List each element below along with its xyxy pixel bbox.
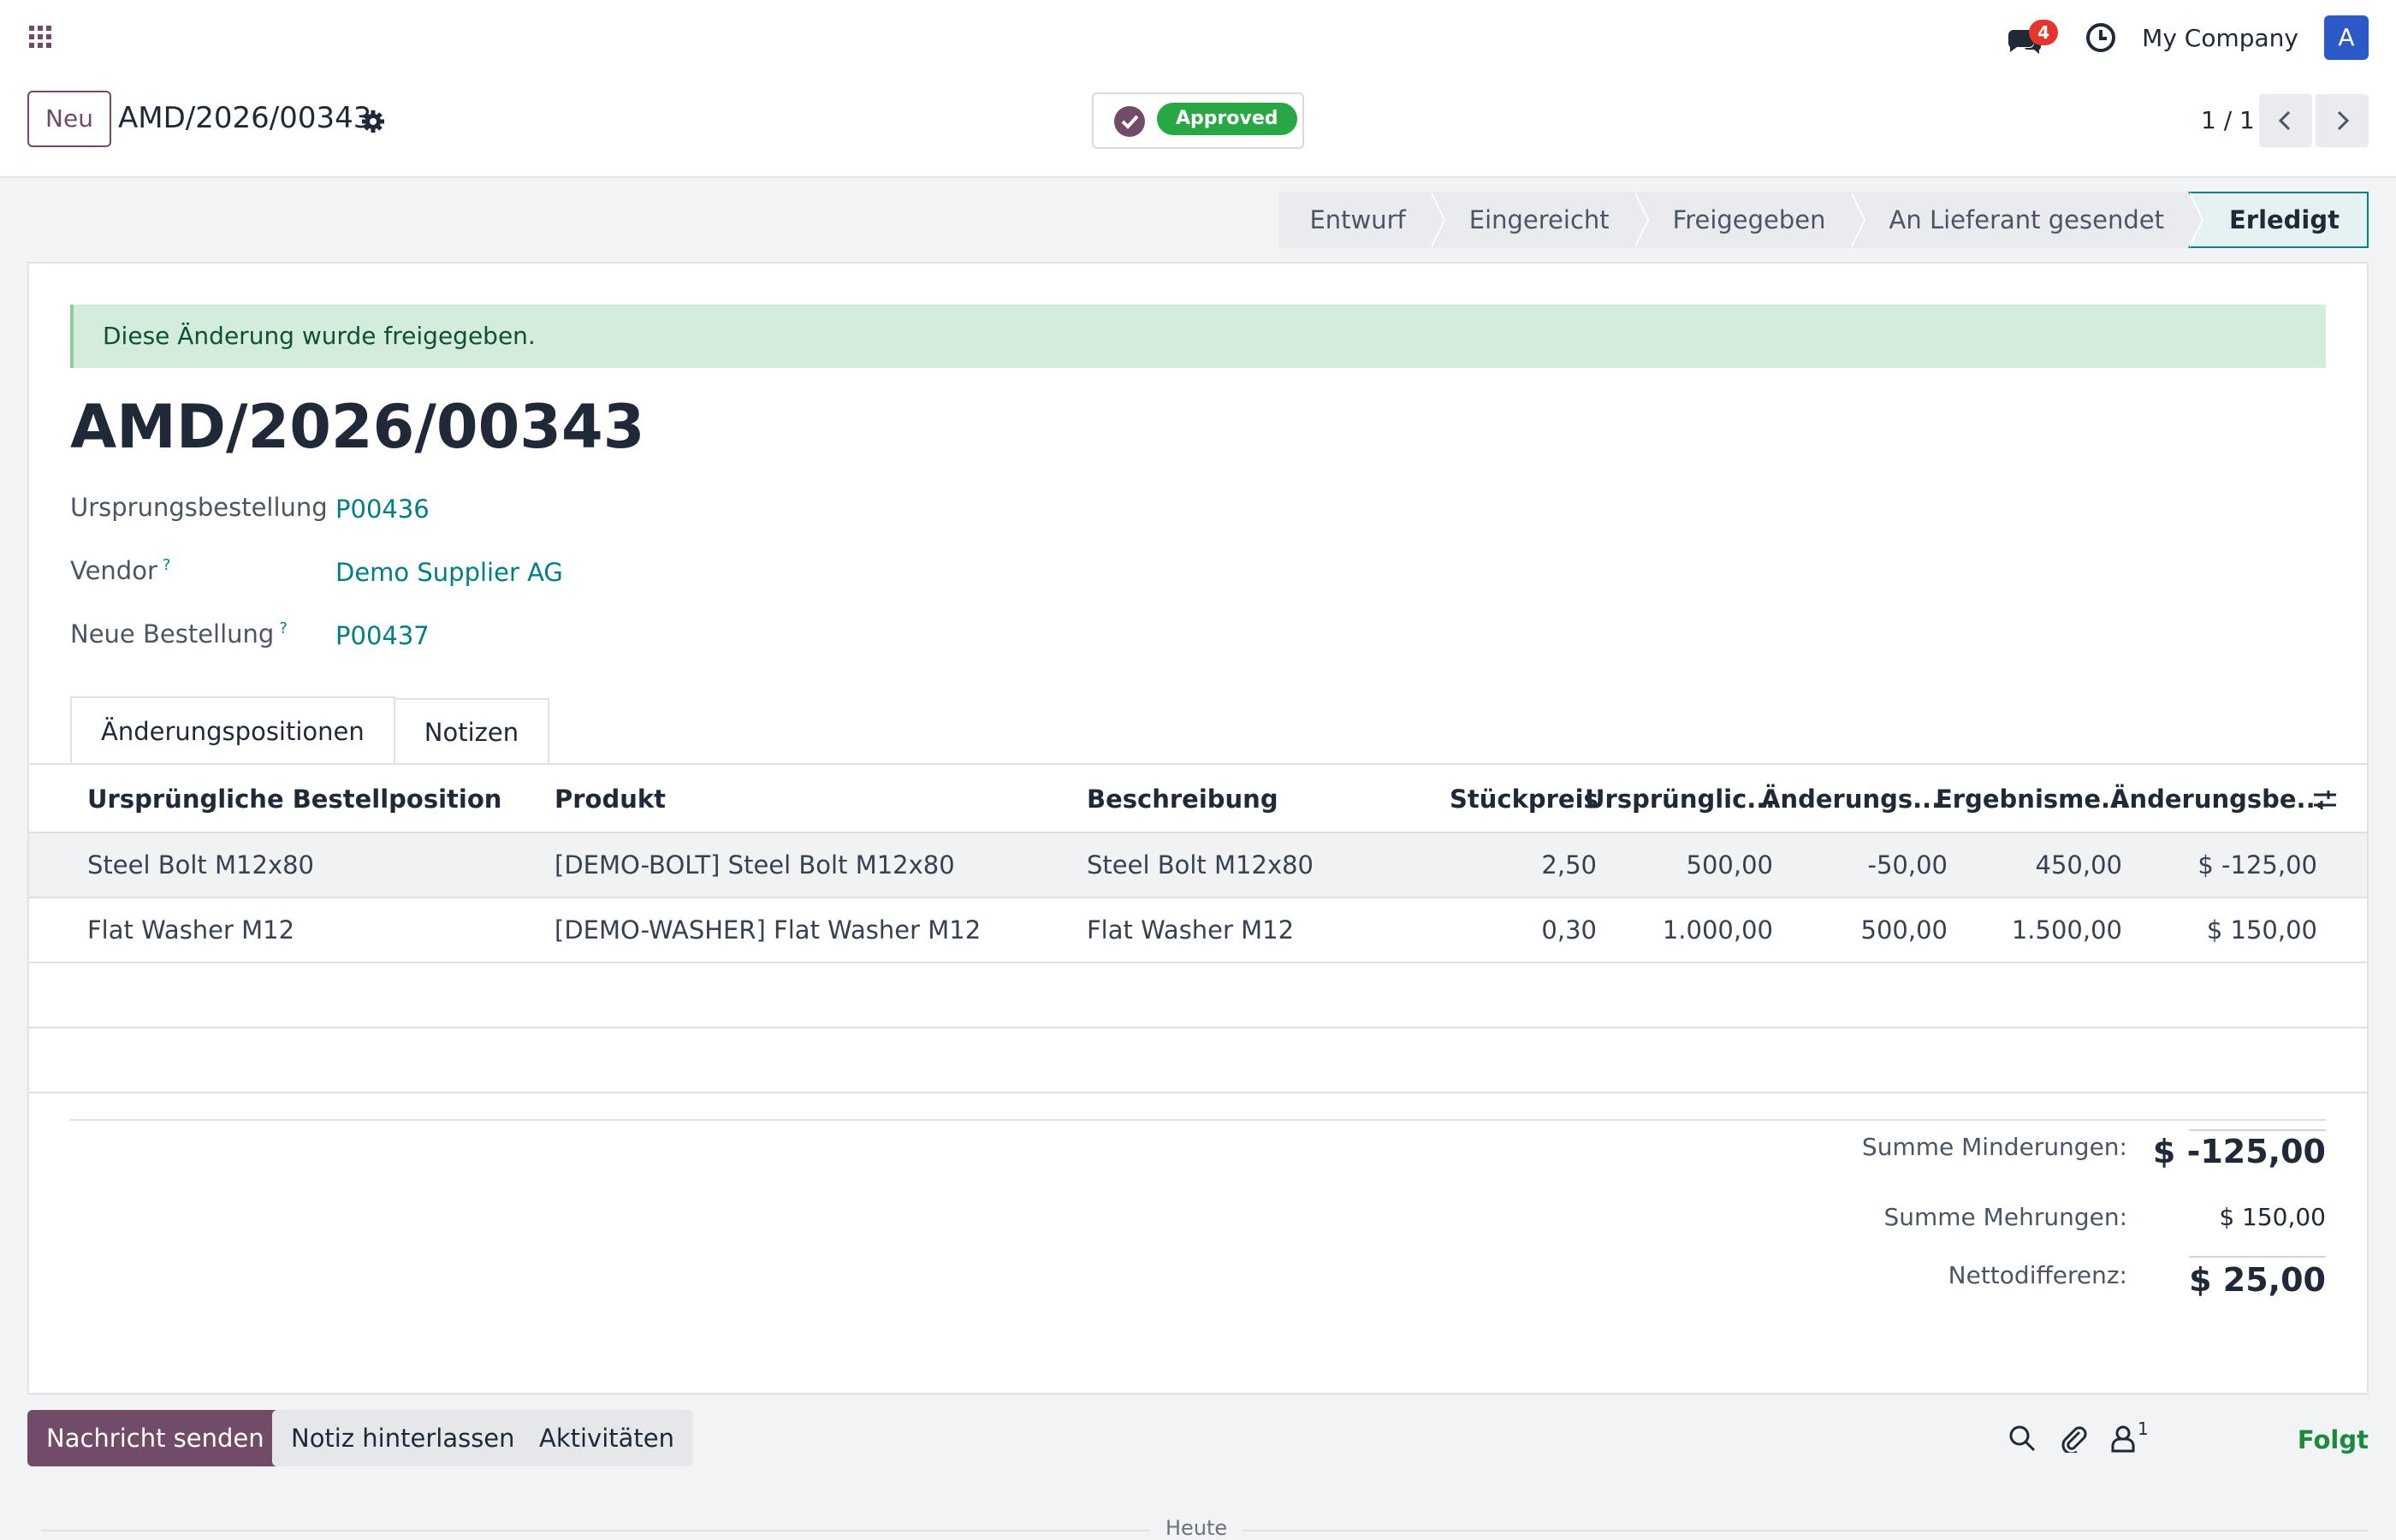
message-count-badge: 4	[2029, 20, 2059, 45]
vendor-label: Vendor?	[70, 556, 170, 585]
status-badge: Approved	[1157, 103, 1297, 135]
cell-change-amount: $ -125,00	[2197, 850, 2317, 880]
totals-line	[2189, 1256, 2326, 1258]
origin-order-label-text: Ursprungsbestellung	[70, 493, 328, 522]
cell-description: Flat Washer M12	[1087, 915, 1295, 945]
total-decrease-value: $ -125,00	[2152, 1133, 2326, 1170]
tab-amendment-lines[interactable]: Änderungspositionen	[70, 696, 395, 765]
empty-table-row	[29, 963, 2367, 1028]
cell-product: [DEMO-WASHER] Flat Washer M12	[555, 915, 982, 945]
new-order-link[interactable]: P00437	[335, 621, 430, 650]
clock-icon[interactable]	[2084, 21, 2118, 55]
cell-change-qty: 500,00	[1860, 915, 1948, 945]
company-switcher[interactable]: My Company	[2142, 24, 2298, 52]
col-header-product[interactable]: Produkt	[555, 765, 666, 833]
total-decrease-label: Summe Minderungen:	[1861, 1133, 2127, 1161]
gear-icon[interactable]	[359, 108, 387, 135]
cell-description: Steel Bolt M12x80	[1087, 850, 1314, 880]
followers-icon[interactable]	[2108, 1424, 2138, 1453]
origin-order-link[interactable]: P00436	[335, 495, 430, 524]
table-header: Ursprüngliche Bestellposition Produkt Be…	[29, 763, 2367, 833]
check-circle-icon	[1114, 106, 1145, 137]
amendment-lines-table: Ursprüngliche Bestellposition Produkt Be…	[29, 763, 2367, 1093]
stage-statusbar: Entwurf Eingereicht Freigegeben An Liefe…	[1278, 192, 2369, 248]
log-note-button[interactable]: Notiz hinterlassen	[272, 1410, 534, 1466]
tab-notes[interactable]: Notizen	[394, 698, 550, 765]
cell-origin-line: Flat Washer M12	[87, 915, 295, 945]
origin-order-label: Ursprungsbestellung	[70, 493, 328, 522]
notebook-tabs: Änderungspositionen Notizen	[70, 696, 550, 765]
vendor-link[interactable]: Demo Supplier AG	[335, 558, 563, 587]
pager-previous-button[interactable]	[2259, 94, 2312, 147]
total-increase-label: Summe Mehrungen:	[1883, 1203, 2127, 1231]
cell-original-qty: 1.000,00	[1662, 915, 1773, 945]
cell-original-qty: 500,00	[1686, 850, 1773, 880]
net-difference-value: $ 25,00	[2189, 1261, 2326, 1299]
empty-table-row	[29, 1028, 2367, 1093]
new-button[interactable]: Neu	[27, 91, 111, 147]
chevron-left-icon	[2278, 110, 2291, 131]
top-navbar: 4 My Company A	[0, 0, 2396, 77]
approval-alert: Diese Änderung wurde freigegeben.	[70, 305, 2326, 368]
stage-submitted[interactable]: Eingereicht	[1429, 192, 1649, 248]
breadcrumb-record-name: AMD/2026/00343	[118, 101, 372, 135]
col-header-unit-price[interactable]: Stückpreis	[1450, 765, 1598, 833]
col-header-change-qty[interactable]: Änderungs...	[1761, 765, 1941, 833]
date-separator-label: Heute	[1150, 1516, 1243, 1540]
follow-button[interactable]: Folgt	[2298, 1425, 2369, 1454]
activities-button[interactable]: Aktivitäten	[520, 1410, 694, 1466]
messages-button[interactable]: 4	[2005, 16, 2059, 59]
paperclip-icon[interactable]	[2059, 1424, 2088, 1453]
col-header-change-amount[interactable]: Änderungsbe...	[2110, 765, 2325, 833]
cell-change-qty: -50,00	[1867, 850, 1948, 880]
user-avatar[interactable]: A	[2324, 15, 2369, 60]
totals-divider	[70, 1119, 2326, 1121]
cell-change-amount: $ 150,00	[2206, 915, 2317, 945]
control-panel: Neu AMD/2026/00343 Approved 1 / 1	[0, 77, 2396, 178]
table-row[interactable]: Steel Bolt M12x80 [DEMO-BOLT] Steel Bolt…	[29, 833, 2367, 898]
col-header-result-qty[interactable]: Ergebnisme...	[1936, 765, 2129, 833]
record-title: AMD/2026/00343	[70, 392, 645, 462]
vendor-label-text: Vendor	[70, 556, 157, 585]
cell-unit-price: 0,30	[1541, 915, 1597, 945]
cell-result-qty: 1.500,00	[2011, 915, 2122, 945]
col-header-description[interactable]: Beschreibung	[1087, 765, 1278, 833]
help-tooltip-icon[interactable]: ?	[279, 619, 288, 637]
cell-origin-line: Steel Bolt M12x80	[87, 850, 315, 880]
send-message-button[interactable]: Nachricht senden	[27, 1410, 283, 1466]
pager-value[interactable]: 1 / 1	[2201, 106, 2255, 134]
stage-draft[interactable]: Entwurf	[1278, 192, 1446, 248]
new-order-label-text: Neue Bestellung	[70, 619, 275, 649]
help-tooltip-icon[interactable]: ?	[163, 556, 171, 574]
net-difference-label: Nettodifferenz:	[1948, 1261, 2127, 1289]
cell-product: [DEMO-BOLT] Steel Bolt M12x80	[555, 850, 955, 880]
form-sheet: Diese Änderung wurde freigegeben. AMD/20…	[27, 262, 2369, 1395]
col-header-origin-line[interactable]: Ursprüngliche Bestellposition	[87, 765, 501, 833]
apps-grid-icon[interactable]	[27, 24, 53, 50]
total-increase-value: $ 150,00	[2219, 1203, 2326, 1231]
stage-sent-to-vendor[interactable]: An Lieferant gesendet	[1849, 192, 2204, 248]
cell-result-qty: 450,00	[2035, 850, 2122, 880]
totals-line	[2189, 1129, 2326, 1131]
table-row[interactable]: Flat Washer M12 [DEMO-WASHER] Flat Washe…	[29, 898, 2367, 963]
column-settings-icon[interactable]	[2312, 787, 2338, 813]
chevron-right-icon	[2337, 110, 2350, 131]
col-header-original-qty[interactable]: Ursprünglic...	[1585, 765, 1775, 833]
stage-done-label: Erledigt	[2228, 205, 2340, 234]
pager-next-button[interactable]	[2316, 94, 2369, 147]
new-order-label: Neue Bestellung?	[70, 619, 288, 649]
approval-status-widget: Approved	[1092, 92, 1304, 149]
search-icon[interactable]	[2008, 1424, 2037, 1453]
follower-count: 1	[2138, 1419, 2149, 1439]
cell-unit-price: 2,50	[1541, 850, 1597, 880]
stage-approved[interactable]: Freigegeben	[1633, 192, 1865, 248]
stage-done[interactable]: Erledigt	[2187, 192, 2369, 248]
